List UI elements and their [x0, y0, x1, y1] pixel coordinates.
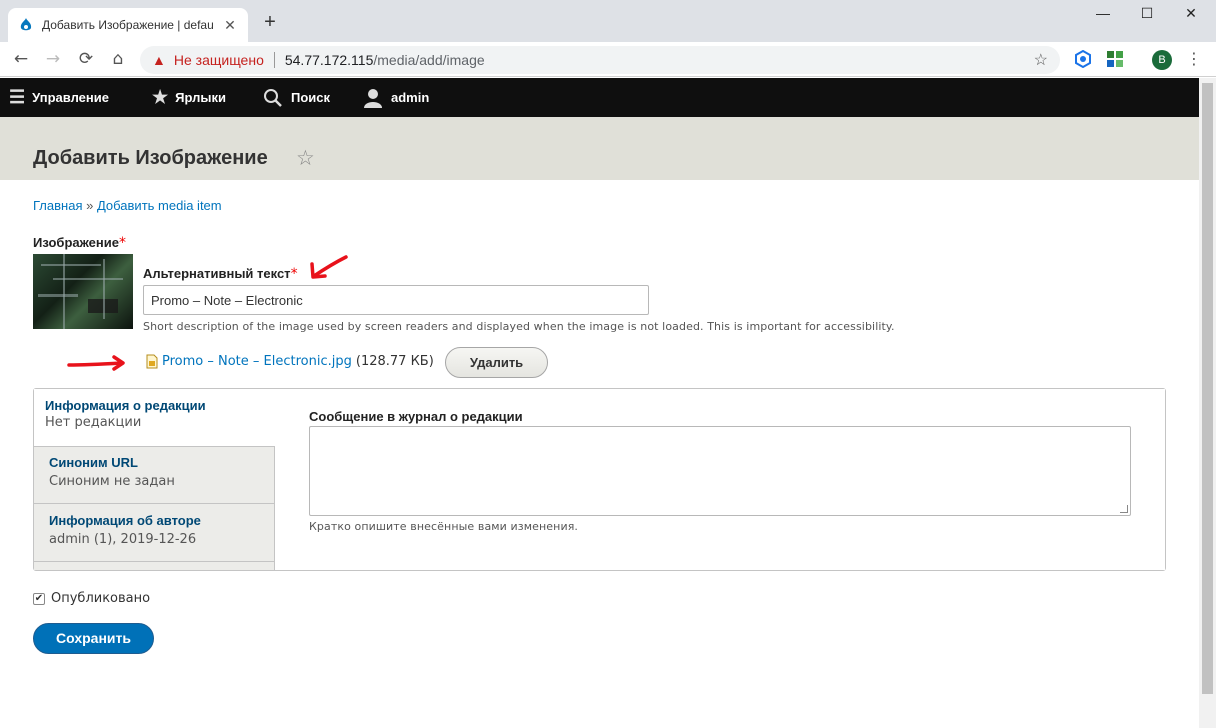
revision-pane: Сообщение в журнал о редакции Кратко опи…: [275, 389, 1165, 570]
image-label: Изображение: [33, 235, 119, 250]
profile-avatar[interactable]: B: [1152, 50, 1172, 70]
warning-icon: ▲: [152, 52, 166, 68]
user-icon: [364, 88, 382, 108]
vtab-revision-title: Информация о редакции: [45, 398, 206, 413]
published-checkbox[interactable]: ✔: [33, 592, 45, 605]
browser-tabstrip: Добавить Изображение | defau ✕ + — ☐ ✕: [0, 0, 1216, 42]
file-size: (128.77 КБ): [355, 354, 434, 369]
reload-button[interactable]: ⟳: [74, 47, 98, 71]
annotation-arrow-icon: [310, 255, 348, 279]
revision-log-label: Сообщение в журнал о редакции: [309, 409, 523, 424]
hamburger-icon: ☰: [9, 87, 26, 107]
breadcrumb-add-link[interactable]: Добавить media item: [97, 198, 222, 213]
url-path: /media/add/image: [373, 52, 485, 68]
add-shortcut-star-icon[interactable]: ☆: [296, 146, 315, 170]
home-button[interactable]: ⌂: [106, 47, 130, 71]
vtab-revision[interactable]: Информация о редакции Нет редакции: [34, 389, 275, 446]
browser-menu-icon[interactable]: ⋮: [1186, 49, 1202, 68]
back-button[interactable]: ←: [9, 47, 33, 71]
url-host: 54.77.172.115: [284, 52, 374, 68]
vtab-url-alias-title: Синоним URL: [49, 455, 138, 470]
toolbar-user-label: admin: [391, 90, 430, 105]
search-icon: [264, 88, 282, 107]
admin-toolbar: ☰ Управление ★ Ярлыки Поиск admin: [0, 78, 1199, 117]
image-thumbnail: [33, 254, 133, 329]
image-field-label: Изображение*: [33, 232, 126, 251]
star-icon: ★: [152, 87, 169, 107]
toolbar-search[interactable]: Поиск: [263, 78, 330, 117]
remove-button[interactable]: Удалить: [445, 347, 548, 378]
vtab-author[interactable]: Информация об авторе admin (1), 2019-12-…: [34, 503, 275, 561]
page-title: Добавить Изображение: [33, 147, 268, 169]
revision-log-hint: Кратко опишите внесённые вами изменения.: [309, 520, 579, 533]
alt-text-label-row: Альтернативный текст*: [143, 263, 298, 282]
save-button[interactable]: Сохранить: [33, 623, 154, 654]
page-header: Добавить Изображение ☆: [0, 117, 1199, 180]
alt-text-label: Альтернативный текст: [143, 266, 291, 281]
required-mark: *: [118, 235, 126, 251]
page-scrollbar[interactable]: [1199, 78, 1216, 728]
breadcrumb-home-link[interactable]: Главная: [33, 198, 82, 213]
tab-title: Добавить Изображение | defau: [42, 18, 214, 32]
scrollbar-thumb[interactable]: [1202, 83, 1213, 694]
toolbar-search-label: Поиск: [291, 90, 331, 105]
revision-log-textarea[interactable]: [309, 426, 1131, 516]
vertical-tabs-panel: Информация о редакции Нет редакции Синон…: [33, 388, 1166, 571]
toolbar-shortcuts[interactable]: ★ Ярлыки: [152, 78, 226, 117]
forward-button[interactable]: →: [41, 47, 65, 71]
vtab-author-title: Информация об авторе: [49, 513, 201, 528]
uploaded-file: Promo – Note – Electronic.jpg (128.77 КБ…: [146, 354, 434, 369]
new-tab-button[interactable]: +: [258, 10, 282, 34]
browser-tab[interactable]: Добавить Изображение | defau ✕: [8, 8, 248, 42]
extension-grid-icon[interactable]: [1106, 50, 1124, 68]
toolbar-manage[interactable]: ☰ Управление: [9, 78, 109, 117]
published-checkbox-row[interactable]: ✔ Опубликовано: [33, 591, 150, 606]
alt-required-mark: *: [290, 266, 298, 282]
address-separator: [273, 52, 275, 68]
toolbar-manage-label: Управление: [32, 90, 109, 105]
toolbar-user[interactable]: admin: [363, 78, 429, 117]
vtab-revision-summary: Нет редакции: [45, 415, 142, 430]
image-file-icon: [146, 354, 158, 369]
vtab-more: [34, 561, 275, 570]
alt-text-input[interactable]: [143, 285, 649, 315]
minimize-button[interactable]: —: [1080, 0, 1126, 28]
vtab-url-alias[interactable]: Синоним URL Синоним не задан: [34, 446, 275, 503]
address-bar[interactable]: ▲ Не защищено 54.77.172.115/media/add/im…: [140, 46, 1060, 74]
resize-handle-icon[interactable]: [1120, 505, 1128, 513]
vtab-author-summary: admin (1), 2019-12-26: [49, 532, 197, 547]
drupal-favicon-icon: [20, 18, 32, 31]
close-window-button[interactable]: ✕: [1168, 0, 1214, 28]
file-link[interactable]: Promo – Note – Electronic.jpg: [162, 354, 352, 369]
maximize-button[interactable]: ☐: [1124, 0, 1170, 28]
tab-close-icon[interactable]: ✕: [222, 17, 238, 34]
annotation-arrow-file-icon: [67, 355, 125, 371]
alt-text-description: Short description of the image used by s…: [143, 320, 895, 333]
bookmark-star-icon[interactable]: ☆: [1034, 50, 1048, 70]
toolbar-shortcuts-label: Ярлыки: [175, 90, 226, 105]
breadcrumb-separator: »: [86, 198, 94, 213]
vtab-url-alias-summary: Синоним не задан: [49, 474, 175, 489]
security-status[interactable]: Не защищено: [174, 52, 264, 68]
extension-shield-icon[interactable]: [1074, 50, 1092, 68]
browser-toolbar: ← → ⟳ ⌂ ▲ Не защищено 54.77.172.115/medi…: [0, 42, 1216, 77]
breadcrumb: Главная » Добавить media item: [33, 198, 222, 213]
published-label: Опубликовано: [51, 591, 151, 606]
